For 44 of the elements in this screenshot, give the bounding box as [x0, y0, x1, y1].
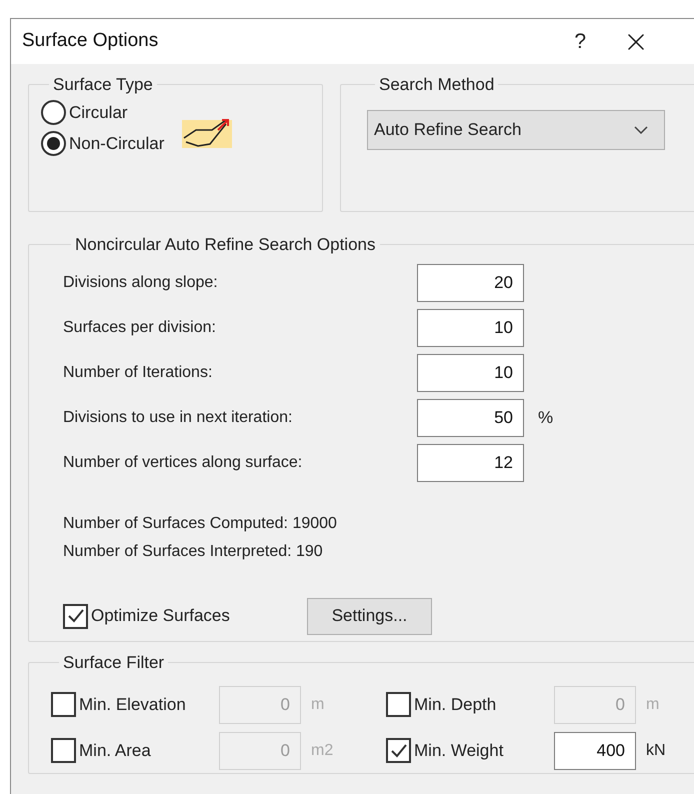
number-field[interactable]: 20	[417, 264, 524, 302]
field-label: Number of Iterations:	[63, 362, 214, 382]
settings-button[interactable]: Settings...	[307, 598, 432, 634]
group-title: Surface Type	[52, 74, 154, 96]
field-label: Number of vertices along surface:	[63, 452, 304, 472]
search-method-dropdown[interactable]: Auto Refine Search	[367, 110, 665, 150]
checkbox[interactable]	[51, 738, 76, 763]
checkbox-label[interactable]: Min. Depth	[414, 692, 496, 718]
help-button[interactable]: ?	[574, 26, 586, 58]
slope-surface-icon	[182, 116, 232, 148]
radio-label[interactable]: Circular	[69, 100, 128, 125]
checkbox[interactable]	[386, 738, 411, 763]
interpreted-count: Number of Surfaces Interpreted: 190	[63, 542, 324, 562]
number-field[interactable]: 10	[417, 308, 524, 346]
checkbox[interactable]	[63, 604, 88, 628]
unit-label: m	[646, 694, 660, 714]
checkbox-label[interactable]: Optimize Surfaces	[91, 603, 230, 629]
checkbox-label[interactable]: Min. Area	[79, 738, 151, 764]
group-title: Search Method	[378, 74, 496, 96]
field-label: Divisions along slope:	[63, 272, 219, 292]
field-label: Surfaces per division:	[63, 318, 217, 338]
unit-label: m2	[311, 740, 334, 760]
window-title: Surface Options	[22, 29, 158, 54]
unit-label: m	[311, 694, 324, 714]
number-field[interactable]: 50	[417, 398, 524, 436]
radio-button[interactable]	[41, 131, 66, 156]
checkmark-icon	[66, 607, 84, 625]
group-title: Surface Filter	[62, 652, 166, 674]
unit-label: kN	[646, 740, 666, 760]
computed-count: Number of Surfaces Computed: 19000	[63, 514, 338, 534]
value-field[interactable]: 400	[554, 732, 636, 770]
group-title: Noncircular Auto Refine Search Options	[74, 234, 376, 256]
field-label: Divisions to use in next iteration:	[63, 408, 294, 428]
radio-button[interactable]	[41, 100, 66, 125]
radio-label[interactable]: Non-Circular	[69, 131, 164, 156]
unit-label: %	[538, 406, 554, 429]
checkbox-label[interactable]: Min. Weight	[414, 738, 504, 764]
checkmark-icon	[390, 742, 408, 760]
checkbox-label[interactable]: Min. Elevation	[79, 692, 186, 718]
checkbox[interactable]	[386, 692, 411, 717]
number-field[interactable]: 10	[417, 354, 524, 392]
chevron-down-icon	[634, 126, 648, 134]
number-field[interactable]: 12	[417, 444, 524, 482]
checkbox[interactable]	[51, 692, 76, 717]
